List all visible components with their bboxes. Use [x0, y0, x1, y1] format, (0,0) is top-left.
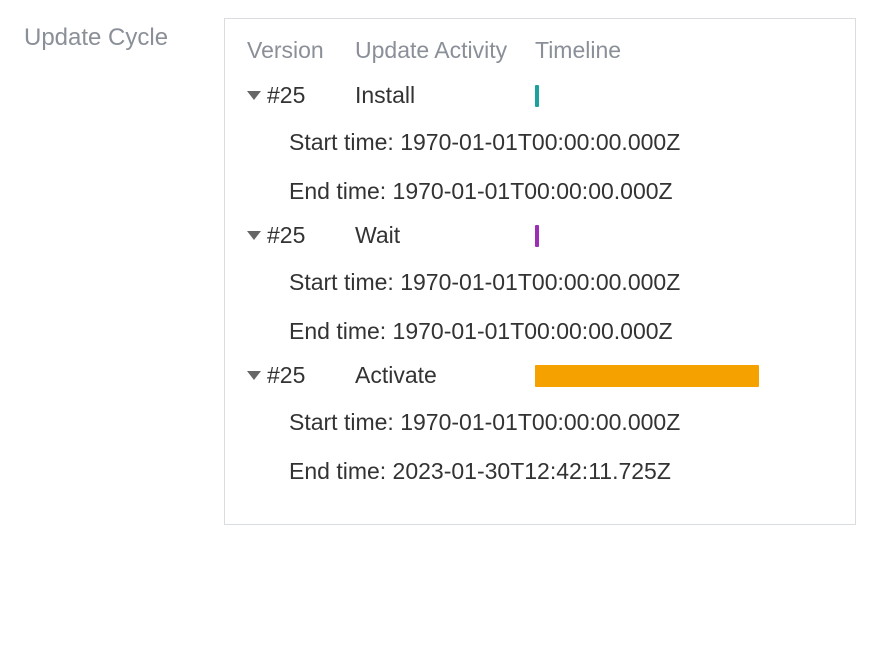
start-time-value: 1970-01-01T00:00:00.000Z [400, 409, 680, 435]
activity-value: Activate [355, 362, 535, 389]
end-time-value: 2023-01-30T12:42:11.725Z [393, 458, 671, 484]
row-toggle[interactable]: #25 Wait [247, 222, 833, 249]
caret-down-icon [247, 371, 261, 380]
activity-value: Install [355, 82, 535, 109]
timeline-bar [535, 85, 539, 107]
timeline-bar [535, 225, 539, 247]
table-row: #25 Install Start time: 1970-01-01T00:00… [247, 82, 833, 208]
end-time-label: End time: [289, 178, 386, 204]
end-time-value: 1970-01-01T00:00:00.000Z [393, 318, 673, 344]
row-toggle[interactable]: #25 Install [247, 82, 833, 109]
start-time-label: Start time: [289, 409, 394, 435]
row-details: Start time: 1970-01-01T00:00:00.000Z End… [247, 125, 833, 208]
row-details: Start time: 1970-01-01T00:00:00.000Z End… [247, 405, 833, 488]
update-cycle-panel: Version Update Activity Timeline #25 Ins… [224, 18, 856, 525]
caret-down-icon [247, 91, 261, 100]
version-value: #25 [267, 82, 305, 109]
version-value: #25 [267, 362, 305, 389]
start-time-value: 1970-01-01T00:00:00.000Z [400, 129, 680, 155]
header-version: Version [247, 37, 355, 64]
row-toggle[interactable]: #25 Activate [247, 362, 833, 389]
table-header-row: Version Update Activity Timeline [247, 37, 833, 64]
start-time-label: Start time: [289, 269, 394, 295]
start-time-label: Start time: [289, 129, 394, 155]
version-value: #25 [267, 222, 305, 249]
end-time-value: 1970-01-01T00:00:00.000Z [393, 178, 673, 204]
caret-down-icon [247, 231, 261, 240]
header-activity: Update Activity [355, 37, 535, 64]
end-time-label: End time: [289, 458, 386, 484]
section-label-update-cycle: Update Cycle [24, 18, 224, 52]
table-row: #25 Wait Start time: 1970-01-01T00:00:00… [247, 222, 833, 348]
table-row: #25 Activate Start time: 1970-01-01T00:0… [247, 362, 833, 488]
activity-value: Wait [355, 222, 535, 249]
start-time-value: 1970-01-01T00:00:00.000Z [400, 269, 680, 295]
timeline-bar [535, 365, 759, 387]
row-details: Start time: 1970-01-01T00:00:00.000Z End… [247, 265, 833, 348]
header-timeline: Timeline [535, 37, 833, 64]
end-time-label: End time: [289, 318, 386, 344]
